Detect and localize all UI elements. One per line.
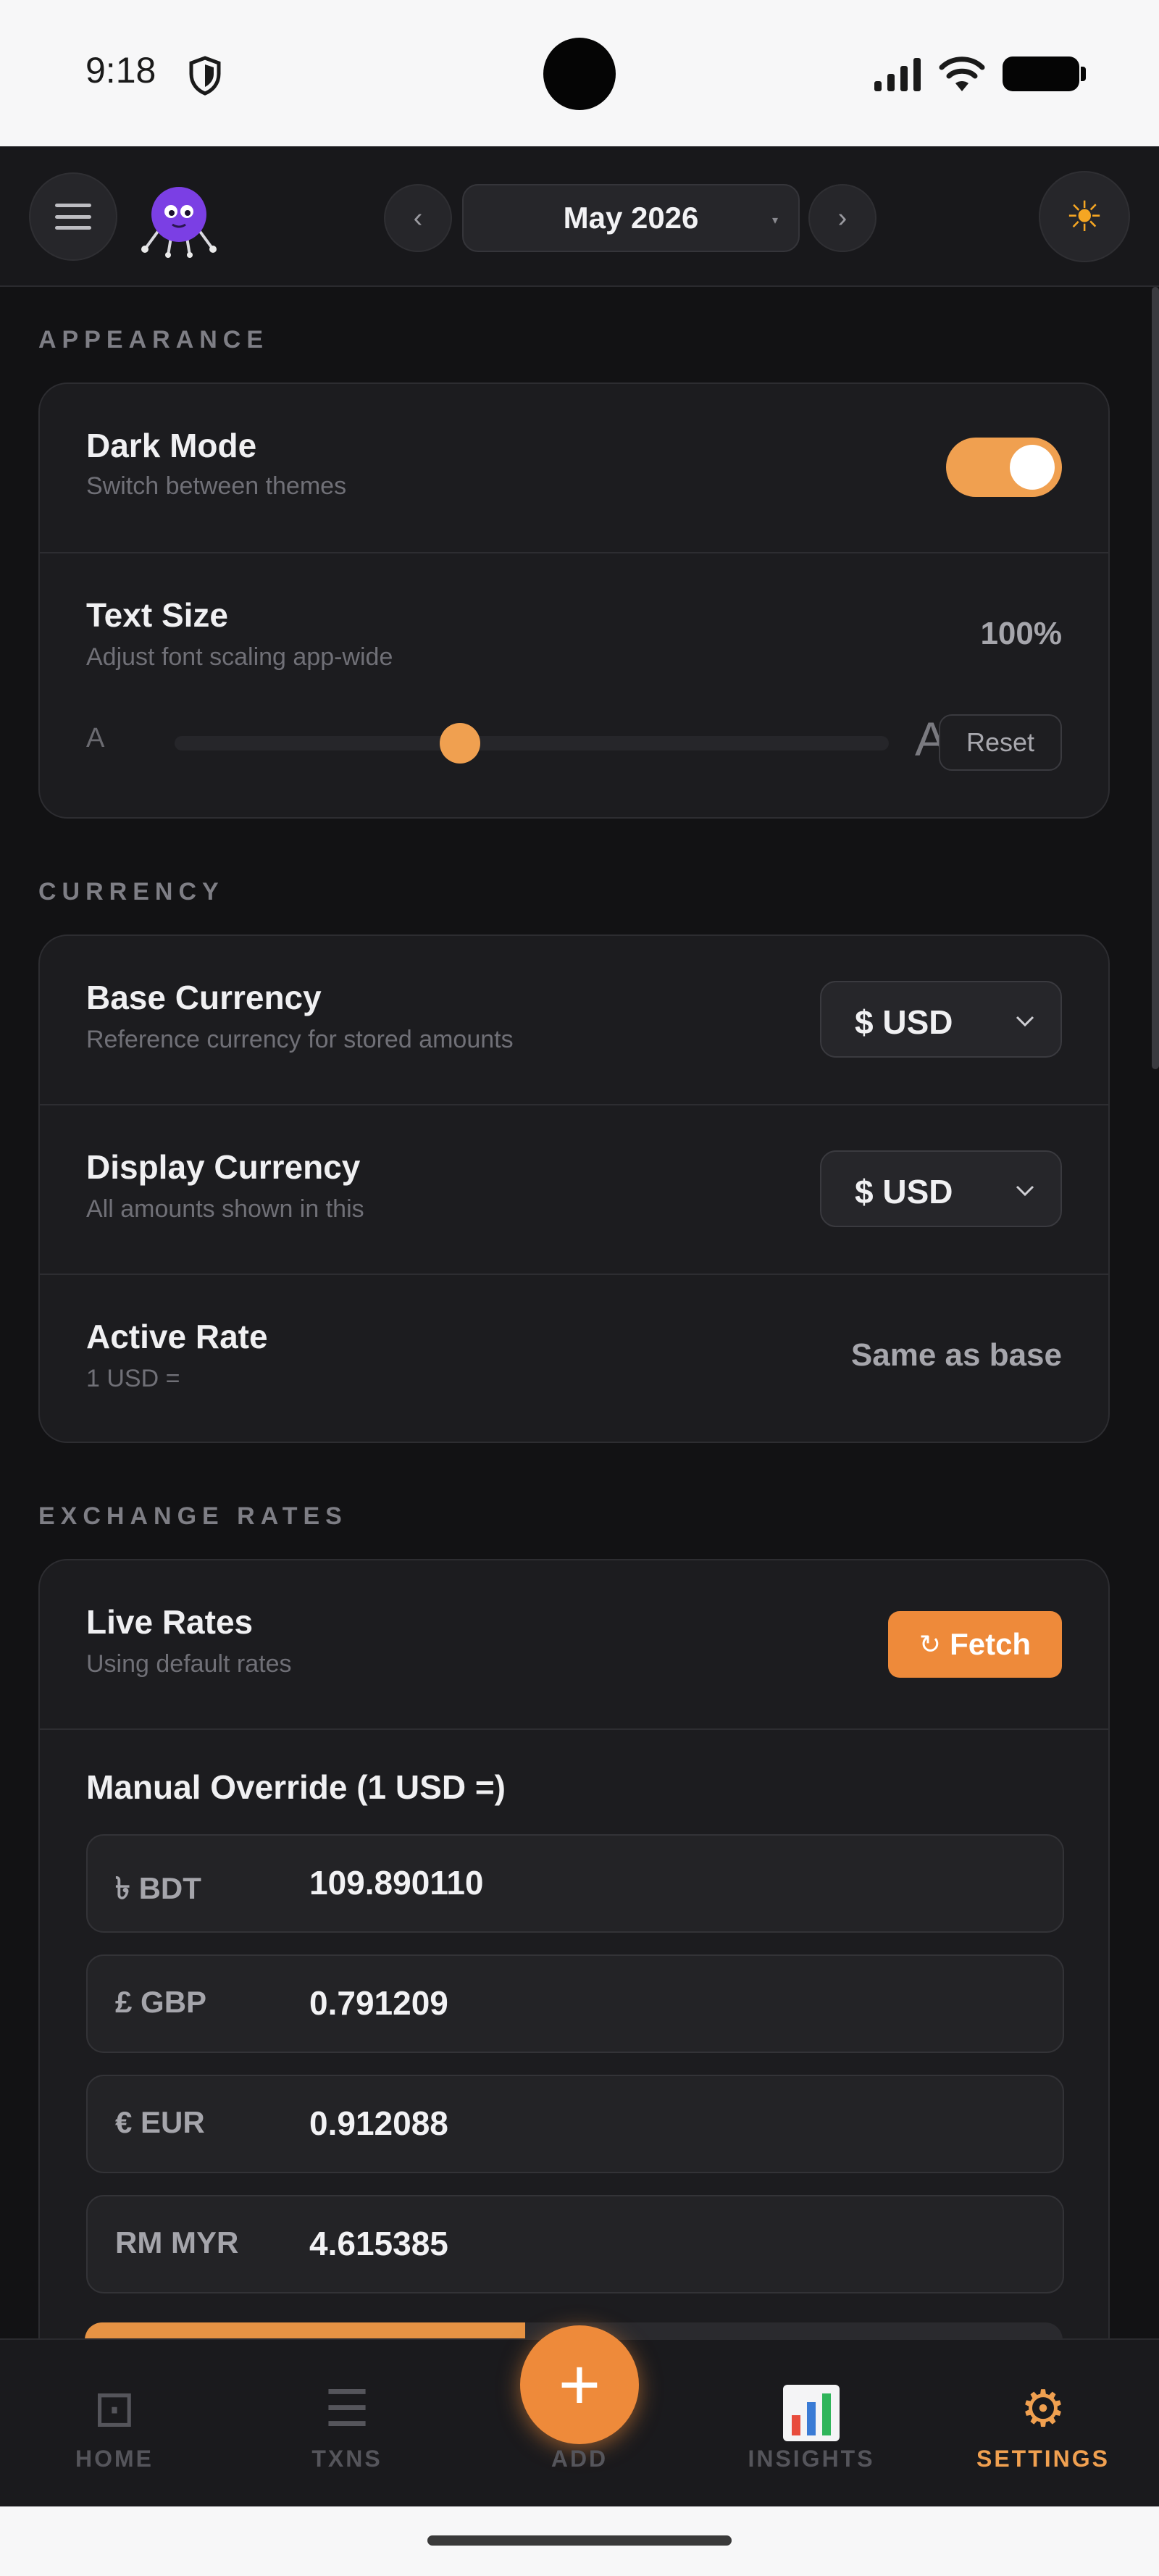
manual-override-title: Manual Override (1 USD =) [86, 1768, 506, 1806]
plus-icon: + [558, 2344, 601, 2425]
base-currency-select[interactable]: $ USD [820, 981, 1062, 1058]
fetch-label: Fetch [950, 1627, 1032, 1661]
section-label-exchange-rates: EXCHANGE RATES [38, 1502, 348, 1530]
display-currency-title: Display Currency [86, 1148, 361, 1186]
caret-down-icon: ▾ [771, 214, 778, 227]
display-currency-subtitle: All amounts shown in this [86, 1195, 364, 1223]
dark-mode-subtitle: Switch between themes [86, 472, 347, 500]
hamburger-icon [55, 204, 91, 230]
mascot-icon [141, 187, 217, 258]
nav-home[interactable]: ⊡ HOME [35, 2376, 194, 2472]
text-size-value: 100% [980, 616, 1062, 651]
month-selector[interactable]: May 2026 ▾ [462, 184, 800, 252]
rate-value[interactable]: 0.912088 [309, 2104, 448, 2143]
active-rate-subtitle: 1 USD = [86, 1365, 180, 1392]
next-month-button[interactable]: › [808, 184, 876, 252]
divider [40, 1728, 1108, 1730]
rate-field-gbp[interactable]: £ GBP 0.791209 [86, 1954, 1064, 2053]
battery-icon [1003, 57, 1086, 91]
chevron-down-icon [1016, 1185, 1034, 1197]
add-button[interactable]: + [520, 2325, 639, 2444]
active-rate-value: Same as base [850, 1337, 1062, 1373]
nav-add-label: ADD [551, 2446, 608, 2472]
nav-txns-label: TXNS [311, 2446, 382, 2472]
nav-home-label: HOME [75, 2446, 154, 2472]
display-currency-value: $ USD [855, 1173, 953, 1210]
nav-settings-label: SETTINGS [976, 2446, 1110, 2472]
rate-code: RM MYR [115, 2225, 239, 2259]
home-icon: ⊡ [93, 2380, 136, 2437]
app-header: ‹ May 2026 ▾ › ☀ [0, 146, 1159, 287]
insights-icon-slot [732, 2376, 891, 2441]
base-currency-subtitle: Reference currency for stored amounts [86, 1026, 514, 1053]
appearance-card: Dark Mode Switch between themes Text Siz… [38, 382, 1110, 819]
divider [40, 552, 1108, 553]
signal-icon [874, 58, 921, 91]
section-label-appearance: APPEARANCE [38, 326, 269, 354]
gear-icon: ⚙ [1020, 2380, 1066, 2437]
bottom-navigation: ⊡ HOME ☰ TXNS + ADD INSIGHTS ⚙ SETTINGS [0, 2325, 1159, 2506]
gesture-bar [0, 2506, 1159, 2576]
theme-toggle-button[interactable]: ☀ [1039, 171, 1130, 262]
status-bar: 9:18 [0, 0, 1159, 146]
rate-code: £ GBP [115, 1985, 207, 2019]
rate-value[interactable]: 109.890110 [309, 1863, 484, 1902]
text-size-slider[interactable] [175, 723, 889, 764]
settings-content[interactable]: APPEARANCE Dark Mode Switch between them… [0, 287, 1159, 2338]
chevron-right-icon: › [837, 202, 848, 233]
bar-chart-icon [783, 2384, 840, 2441]
nav-txns[interactable]: ☰ TXNS [267, 2376, 427, 2472]
dark-mode-toggle[interactable] [946, 438, 1062, 497]
chevron-down-icon [1016, 1016, 1034, 1027]
status-time: 9:18 [85, 50, 156, 91]
reset-button[interactable]: Reset [939, 714, 1062, 771]
nav-insights-label: INSIGHTS [748, 2446, 875, 2472]
live-rates-subtitle: Using default rates [86, 1650, 292, 1678]
live-rates-title: Live Rates [86, 1603, 254, 1641]
home-indicator[interactable] [427, 2535, 732, 2546]
currency-card: Base Currency Reference currency for sto… [38, 934, 1110, 1443]
rate-value[interactable]: 4.615385 [309, 2224, 448, 2263]
text-size-subtitle: Adjust font scaling app-wide [86, 643, 393, 671]
active-rate-title: Active Rate [86, 1318, 268, 1355]
slider-thumb[interactable] [440, 723, 481, 764]
nav-insights[interactable]: INSIGHTS [732, 2376, 891, 2472]
base-currency-value: $ USD [855, 1003, 953, 1041]
small-a-icon: A [86, 723, 105, 753]
previous-month-button[interactable]: ‹ [384, 184, 452, 252]
display-currency-select[interactable]: $ USD [820, 1150, 1062, 1227]
front-camera [543, 38, 616, 110]
toggle-knob [1010, 445, 1055, 490]
rate-field-myr[interactable]: RM MYR 4.615385 [86, 2195, 1064, 2293]
rate-field-eur[interactable]: € EUR 0.912088 [86, 2075, 1064, 2173]
rate-value[interactable]: 0.791209 [309, 1983, 448, 2023]
rate-code: € EUR [115, 2105, 205, 2139]
rate-field-bdt[interactable]: ৳ BDT 109.890110 [86, 1834, 1064, 1933]
base-currency-title: Base Currency [86, 979, 322, 1016]
text-size-title: Text Size [86, 596, 228, 634]
sun-icon: ☀ [1066, 193, 1103, 241]
scrollbar[interactable] [1152, 287, 1159, 1069]
chevron-left-icon: ‹ [413, 202, 423, 233]
divider [40, 1274, 1108, 1275]
shield-icon [189, 56, 221, 96]
month-label: May 2026 [563, 201, 699, 235]
section-label-currency: CURRENCY [38, 878, 225, 906]
dark-mode-title: Dark Mode [86, 427, 257, 464]
menu-button[interactable] [29, 172, 117, 261]
nav-settings[interactable]: ⚙ SETTINGS [963, 2376, 1123, 2472]
wifi-icon [939, 57, 985, 91]
divider [40, 1104, 1108, 1105]
fetch-button[interactable]: ↻ Fetch [888, 1611, 1062, 1678]
save-button-fill [85, 2322, 525, 2338]
exchange-rates-card: Live Rates Using default rates ↻ Fetch M… [38, 1559, 1110, 2338]
rate-code: ৳ BDT [115, 1871, 201, 1905]
list-icon: ☰ [324, 2380, 370, 2437]
refresh-icon: ↻ [919, 1629, 942, 1659]
